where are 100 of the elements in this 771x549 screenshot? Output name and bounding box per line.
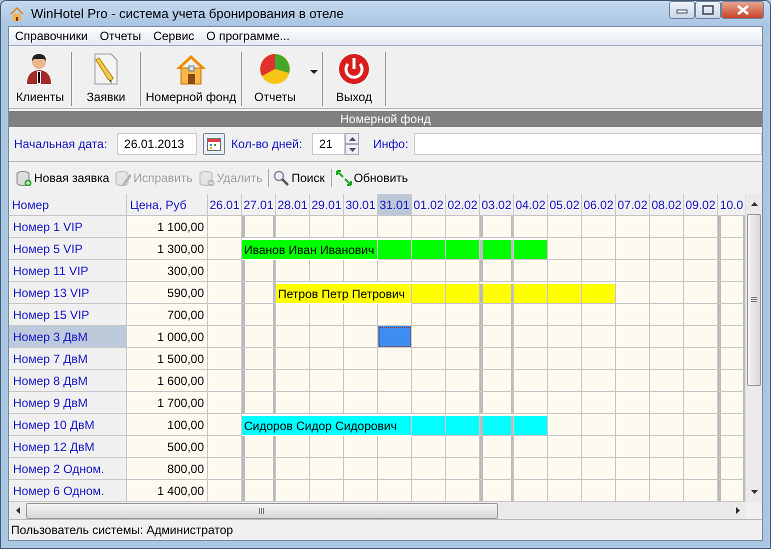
grid-cell[interactable]: [650, 326, 684, 348]
grid-cell[interactable]: [276, 348, 310, 370]
grid-cell[interactable]: [446, 216, 480, 238]
date-field[interactable]: 26.01.2013: [117, 133, 198, 155]
grid-cell[interactable]: [446, 260, 480, 282]
grid-cell[interactable]: [514, 216, 548, 238]
grid-cell[interactable]: [582, 216, 616, 238]
grid-cell[interactable]: [548, 326, 582, 348]
room-name[interactable]: Номер 13 VIP: [9, 282, 127, 304]
room-name[interactable]: Номер 10 ДвМ: [9, 414, 127, 436]
grid-cell[interactable]: [718, 348, 746, 370]
grid-cell[interactable]: [344, 436, 378, 458]
grid-cell[interactable]: [310, 216, 344, 238]
grid-cell[interactable]: [514, 326, 548, 348]
room-name[interactable]: Номер 12 ДвМ: [9, 436, 127, 458]
grid-cell[interactable]: [344, 326, 378, 348]
grid-cell[interactable]: [684, 304, 718, 326]
grid-cell[interactable]: [208, 238, 242, 260]
grid-cell[interactable]: [480, 216, 514, 238]
maximize-button[interactable]: [695, 1, 721, 18]
grid-cell[interactable]: [616, 414, 650, 436]
grid-cell[interactable]: [276, 458, 310, 480]
grid-cell[interactable]: [616, 216, 650, 238]
grid-cell[interactable]: [446, 304, 480, 326]
grid-cell[interactable]: [378, 458, 412, 480]
grid-cell[interactable]: [514, 304, 548, 326]
grid-cell[interactable]: [344, 348, 378, 370]
grid-cell[interactable]: [378, 216, 412, 238]
grid-cell[interactable]: [718, 414, 746, 436]
grid-cell[interactable]: [514, 458, 548, 480]
grid-cell[interactable]: [344, 216, 378, 238]
grid-cell[interactable]: [650, 480, 684, 502]
grid-cell[interactable]: [684, 282, 718, 304]
room-name[interactable]: Номер 6 Одном.: [9, 480, 127, 502]
info-field[interactable]: [414, 133, 762, 155]
date-header[interactable]: 07.02: [616, 194, 650, 216]
booked-cell[interactable]: [514, 238, 548, 260]
date-header[interactable]: 04.02: [514, 194, 548, 216]
grid-cell[interactable]: [242, 436, 276, 458]
grid-cell[interactable]: [514, 436, 548, 458]
grid-cell[interactable]: [514, 480, 548, 502]
grid-cell[interactable]: [242, 326, 276, 348]
date-header[interactable]: 31.01: [378, 194, 412, 216]
date-header[interactable]: 10.0: [718, 194, 746, 216]
grid-cell[interactable]: [310, 348, 344, 370]
room-name[interactable]: Номер 5 VIP: [9, 238, 127, 260]
toolbar-button[interactable]: Отчеты: [242, 46, 322, 108]
grid-cell[interactable]: [582, 480, 616, 502]
grid-cell[interactable]: [208, 282, 242, 304]
booked-cell[interactable]: [548, 282, 582, 304]
grid-cell[interactable]: [548, 392, 582, 414]
grid-cell[interactable]: [684, 260, 718, 282]
date-header[interactable]: 28.01: [276, 194, 310, 216]
room-name[interactable]: Номер 1 VIP: [9, 216, 127, 238]
grid-cell[interactable]: [208, 348, 242, 370]
menu-item[interactable]: Отчеты: [94, 29, 148, 43]
grid-cell[interactable]: [412, 436, 446, 458]
grid-cell[interactable]: [276, 392, 310, 414]
room-name[interactable]: Номер 2 Одном.: [9, 458, 127, 480]
grid-cell[interactable]: [548, 238, 582, 260]
grid-cell[interactable]: [718, 436, 746, 458]
grid-cell[interactable]: [242, 304, 276, 326]
spin-down-button[interactable]: [345, 144, 360, 155]
grid-cell[interactable]: [276, 480, 310, 502]
grid-cell[interactable]: [480, 260, 514, 282]
grid-cell[interactable]: [412, 348, 446, 370]
grid-cell[interactable]: [446, 480, 480, 502]
grid-cell[interactable]: [650, 436, 684, 458]
column-header[interactable]: Номер: [9, 194, 127, 216]
grid-cell[interactable]: [344, 260, 378, 282]
grid-cell[interactable]: [378, 436, 412, 458]
grid-cell[interactable]: [616, 326, 650, 348]
grid-cell[interactable]: [514, 260, 548, 282]
grid-cell[interactable]: [446, 436, 480, 458]
grid-cell[interactable]: [378, 370, 412, 392]
days-field[interactable]: 21: [312, 133, 346, 155]
grid-cell[interactable]: [650, 392, 684, 414]
grid-cell[interactable]: [242, 458, 276, 480]
grid-cell[interactable]: [582, 414, 616, 436]
grid-cell[interactable]: [684, 458, 718, 480]
grid-cell[interactable]: [208, 304, 242, 326]
grid-cell[interactable]: [548, 458, 582, 480]
grid-cell[interactable]: [582, 326, 616, 348]
grid-cell[interactable]: [718, 326, 746, 348]
booked-cell[interactable]: [480, 414, 514, 436]
toolbar-button[interactable]: Клиенты: [9, 46, 71, 108]
booked-cell[interactable]: [412, 238, 446, 260]
action-button[interactable]: Обновить: [334, 167, 412, 189]
grid-cell[interactable]: [582, 392, 616, 414]
grid-cell[interactable]: [208, 216, 242, 238]
menu-item[interactable]: Сервис: [147, 29, 200, 43]
grid-cell[interactable]: [378, 260, 412, 282]
date-header[interactable]: 09.02: [684, 194, 718, 216]
grid-cell[interactable]: [718, 370, 746, 392]
grid-cell[interactable]: [344, 480, 378, 502]
grid-cell[interactable]: [242, 282, 276, 304]
grid-cell[interactable]: [208, 260, 242, 282]
grid-cell[interactable]: [412, 480, 446, 502]
date-header[interactable]: 05.02: [548, 194, 582, 216]
grid-cell[interactable]: [310, 370, 344, 392]
